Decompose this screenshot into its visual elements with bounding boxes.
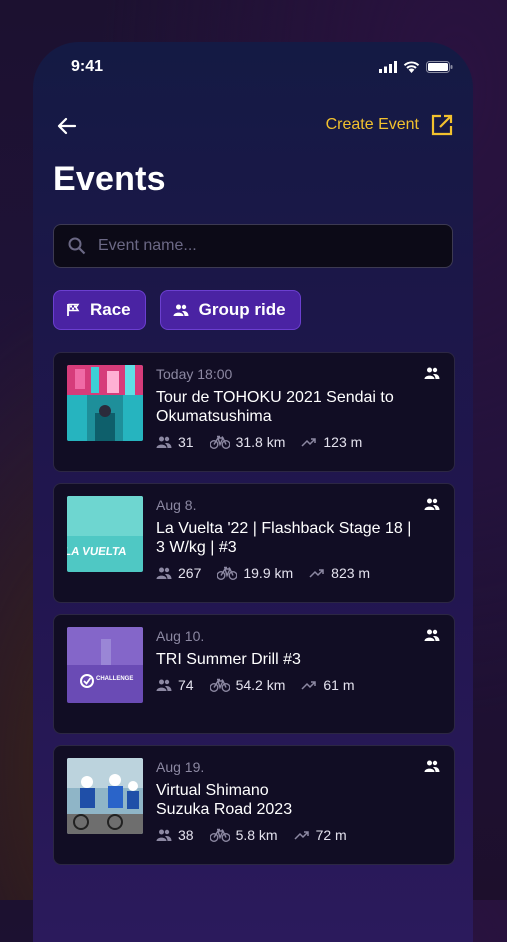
- event-date: Today 18:00: [156, 366, 233, 382]
- event-stats: 267 19.9 km 823 m: [156, 565, 420, 581]
- participant-count: 38: [178, 827, 194, 843]
- bike-icon: [209, 678, 230, 692]
- elevation-icon: [309, 569, 324, 578]
- filter-chips: Race Group ride: [53, 290, 301, 330]
- create-event-button[interactable]: Create Event: [326, 114, 453, 136]
- event-name: Tour de TOHOKU 2021 Sendai to Okumatsush…: [156, 389, 394, 425]
- event-name: La Vuelta '22 | Flashback Stage 18 | 3 W…: [156, 520, 412, 556]
- flag-icon: [67, 303, 80, 316]
- participant-count: 267: [178, 565, 202, 581]
- bike-icon: [217, 566, 238, 580]
- event-date: Aug 19.: [156, 759, 205, 775]
- event-date: Aug 8.: [156, 497, 197, 513]
- event-name: Virtual Shimano Suzuka Road 2023: [156, 782, 293, 818]
- elevation: 72 m: [315, 827, 347, 843]
- back-arrow-icon[interactable]: [55, 114, 79, 138]
- signal-icon: [379, 61, 397, 73]
- elevation: 823 m: [331, 565, 371, 581]
- bike-icon: [209, 828, 230, 842]
- participants-icon: [156, 436, 172, 448]
- event-card[interactable]: Aug 19. Virtual Shimano Suzuka Road 2023…: [53, 745, 455, 865]
- event-stats: 38 5.8 km 72 m: [156, 827, 420, 843]
- distance: 5.8 km: [235, 827, 278, 843]
- bike-icon: [209, 435, 230, 449]
- event-card[interactable]: Today 18:00 Tour de TOHOKU 2021 Sendai t…: [53, 352, 455, 472]
- filter-race[interactable]: Race: [53, 290, 146, 330]
- distance: 54.2 km: [235, 677, 286, 693]
- elevation-icon: [301, 438, 317, 447]
- distance: 19.9 km: [243, 565, 294, 581]
- event-stats: 74 54.2 km 61 m: [156, 677, 420, 693]
- participant-count: 74: [178, 677, 194, 693]
- elevation-icon: [301, 681, 317, 690]
- phone-screen: 9:41 Create Event Events Event name... R…: [33, 42, 473, 942]
- filter-race-label: Race: [90, 300, 131, 319]
- group-icon: [173, 304, 189, 316]
- distance: 31.8 km: [235, 434, 286, 450]
- event-thumbnail: LA VUELTA: [67, 496, 143, 572]
- search-bar[interactable]: [53, 224, 453, 268]
- elevation: 123 m: [323, 434, 363, 450]
- event-list: Today 18:00 Tour de TOHOKU 2021 Sendai t…: [53, 352, 455, 876]
- participants-icon: [156, 829, 172, 841]
- event-stats: 31 31.8 km 123 m: [156, 434, 420, 450]
- elevation: 61 m: [323, 677, 355, 693]
- event-card[interactable]: LA VUELTA Aug 8. La Vuelta '22 | Flashba…: [53, 483, 455, 603]
- status-time: 9:41: [71, 58, 104, 75]
- external-link-icon: [431, 114, 453, 136]
- thumbnail-text: CHALLENGE: [96, 676, 133, 682]
- event-card[interactable]: CHALLENGE Aug 10. TRI Summer Drill #3 74…: [53, 614, 455, 734]
- battery-icon: [426, 61, 453, 73]
- filter-group-ride[interactable]: Group ride: [159, 290, 301, 330]
- search-icon: [68, 237, 86, 255]
- participants-icon: [156, 567, 172, 579]
- group-ride-icon: [424, 367, 440, 379]
- status-icons: [379, 61, 453, 73]
- group-ride-icon: [424, 498, 440, 510]
- event-date: Aug 10.: [156, 628, 205, 644]
- event-thumbnail: CHALLENGE: [67, 627, 143, 703]
- event-name: TRI Summer Drill #3: [156, 651, 301, 668]
- event-thumbnail: [67, 365, 143, 441]
- group-ride-icon: [424, 629, 440, 641]
- group-ride-icon: [424, 760, 440, 772]
- page-title: Events: [53, 160, 166, 198]
- participant-count: 31: [178, 434, 194, 450]
- search-input[interactable]: [96, 236, 420, 256]
- participants-icon: [156, 679, 172, 691]
- create-event-label: Create Event: [325, 116, 419, 133]
- filter-group-ride-label: Group ride: [198, 300, 286, 319]
- status-bar: 9:41: [33, 58, 473, 80]
- thumbnail-text: LA VUELTA: [67, 546, 128, 558]
- event-thumbnail: [67, 758, 143, 834]
- elevation-icon: [294, 831, 309, 840]
- wifi-icon: [403, 61, 420, 73]
